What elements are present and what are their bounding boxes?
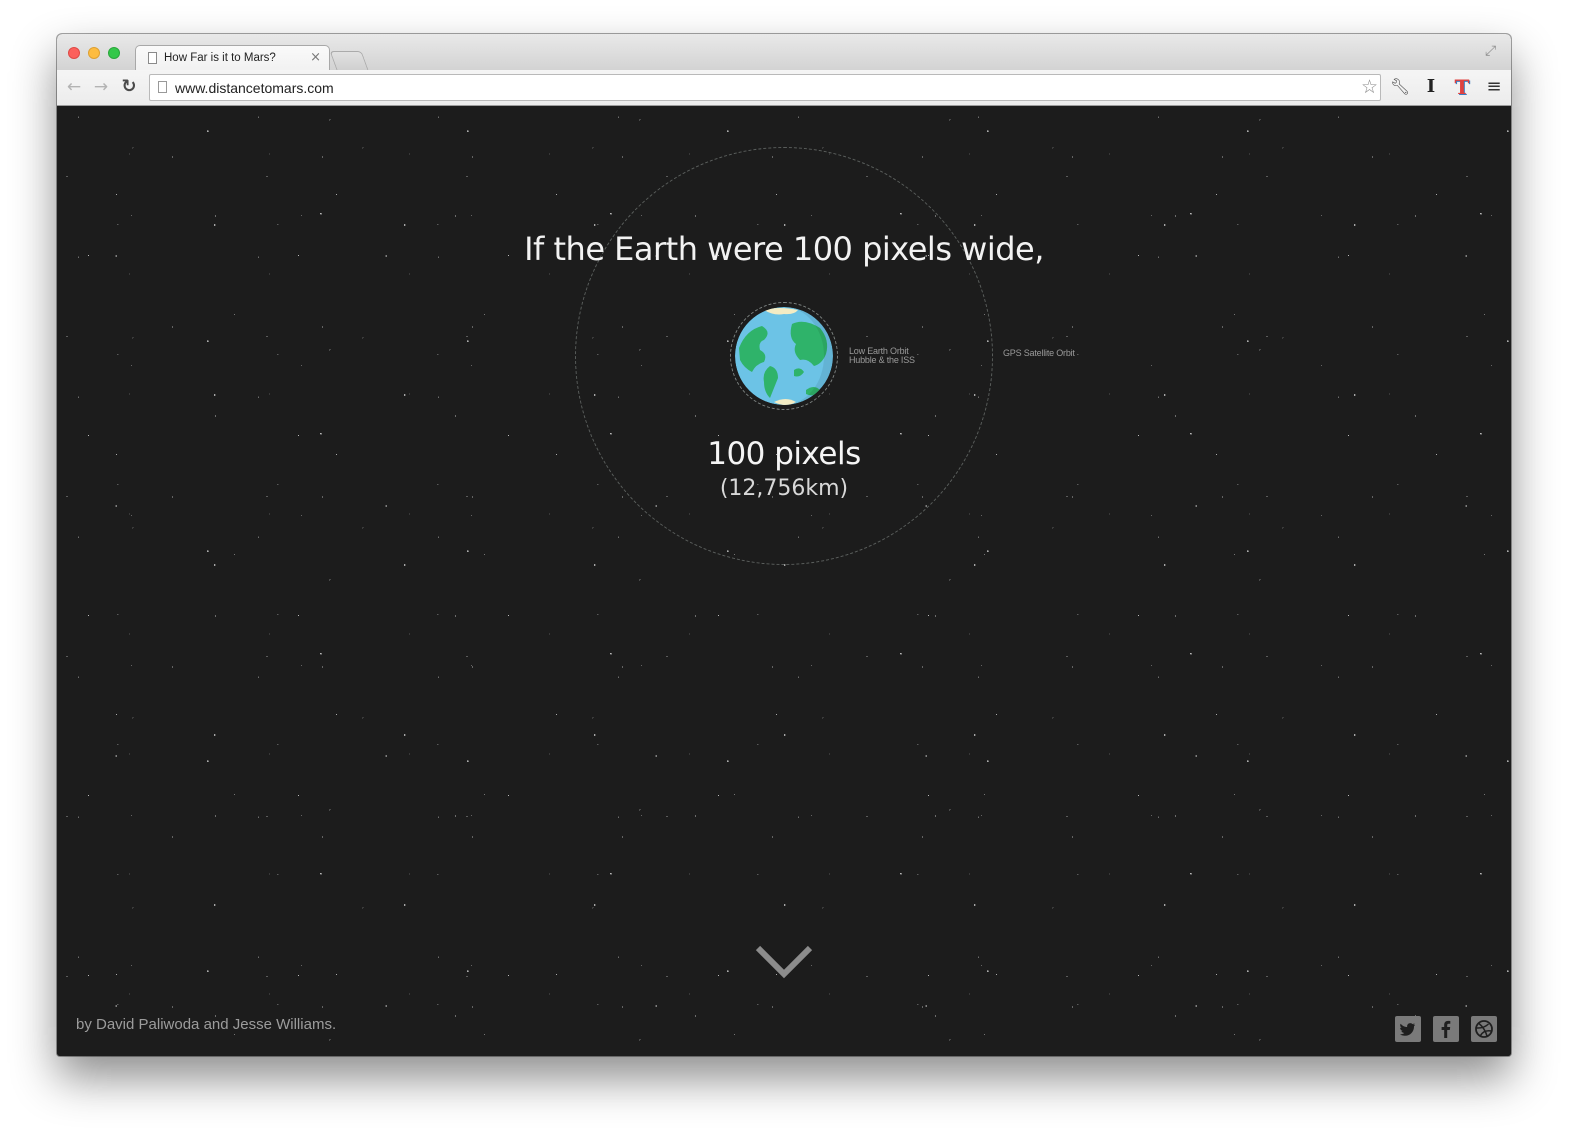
twitter-icon[interactable]: [1395, 1016, 1421, 1042]
forward-arrow-icon[interactable]: →: [90, 76, 112, 98]
tab-close-icon[interactable]: ×: [310, 50, 321, 65]
tab-bar: How Far is it to Mars? × ⤢: [57, 34, 1511, 71]
page-icon: [148, 52, 157, 64]
tee-extension-icon[interactable]: T: [1451, 76, 1473, 98]
chevron-down-icon[interactable]: [755, 944, 813, 980]
minimize-window-button[interactable]: [88, 47, 100, 59]
toolbar: ← → ↻ www.distancetomars.com ☆ 🔧︎ I T ≡: [57, 70, 1511, 106]
fullscreen-icon[interactable]: ⤢: [1485, 43, 1501, 59]
earth-size-pixels: 100 pixels: [707, 436, 861, 472]
low-earth-orbit-label: Low Earth Orbit Hubble & the ISS: [849, 347, 915, 365]
gps-orbit-label: GPS Satellite Orbit: [1003, 348, 1075, 358]
reload-icon[interactable]: ↻: [118, 76, 140, 98]
earth-icon: [735, 307, 833, 405]
zoom-window-button[interactable]: [108, 47, 120, 59]
facebook-icon[interactable]: [1433, 1016, 1459, 1042]
earth-size-km: (12,756km): [719, 476, 849, 501]
close-window-button[interactable]: [68, 47, 80, 59]
bookmark-star-icon[interactable]: ☆: [1361, 76, 1378, 98]
new-tab-button[interactable]: [329, 51, 369, 70]
tab-active[interactable]: How Far is it to Mars? ×: [135, 45, 330, 71]
browser-window: How Far is it to Mars? × ⤢ ← → ↻ www.dis…: [57, 34, 1511, 1056]
address-bar[interactable]: www.distancetomars.com ☆: [149, 74, 1381, 101]
page-viewport: If the Earth were 100 pixels wide, Low E…: [57, 106, 1511, 1056]
headline: If the Earth were 100 pixels wide,: [524, 230, 1044, 268]
back-arrow-icon[interactable]: ←: [63, 76, 85, 98]
low-earth-orbit-subtitle: Hubble & the ISS: [849, 355, 915, 365]
menu-icon[interactable]: ≡: [1483, 76, 1505, 98]
url-text[interactable]: www.distancetomars.com: [175, 80, 334, 96]
tab-title: How Far is it to Mars?: [164, 52, 276, 64]
ibeam-extension-icon[interactable]: I: [1421, 76, 1441, 98]
dribbble-icon[interactable]: [1471, 1016, 1497, 1042]
credits: by David Paliwoda and Jesse Williams.: [76, 1016, 337, 1033]
wrench-icon[interactable]: 🔧︎: [1389, 76, 1411, 98]
page-icon: [158, 81, 167, 93]
